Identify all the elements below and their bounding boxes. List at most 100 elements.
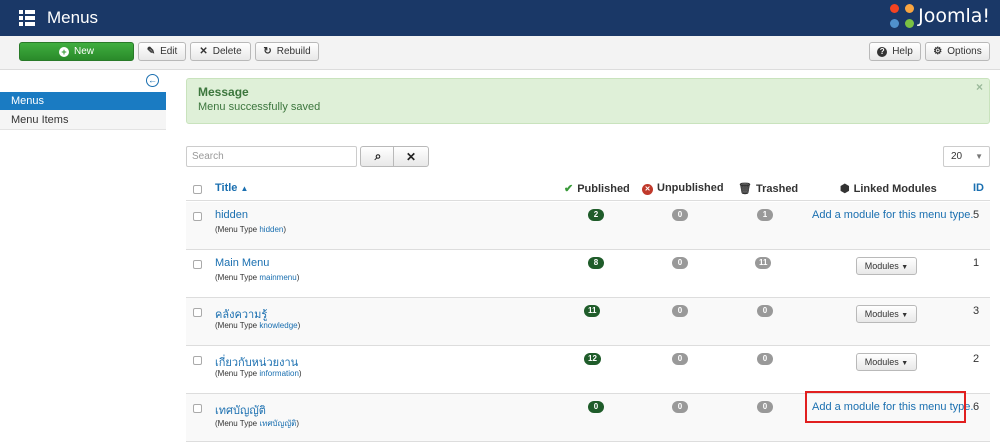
sidebar-item-menu-items[interactable]: Menu Items [0,110,166,130]
search-input[interactable] [186,146,357,167]
help-button[interactable]: ? Help [869,42,921,61]
modules-label: Modules [864,357,899,367]
modules-dropdown-button[interactable]: Modules ▼ [856,257,917,275]
column-published[interactable]: ✔ Published [564,182,630,195]
unpublished-badge[interactable]: 0 [672,401,688,413]
cube-icon: ⬢ [840,183,850,195]
gear-icon: ⚙ [933,46,943,57]
edit-button[interactable]: ✎ Edit [138,42,186,61]
table-row: hidden (Menu Type hidden) 2 0 1 Add a mo… [186,202,990,250]
row-checkbox[interactable] [193,356,202,365]
menu-type-link[interactable]: เทศบัญญัติ [259,419,296,428]
menu-type-suffix: ) [283,225,287,234]
published-badge[interactable]: 2 [588,209,604,221]
menu-type-link[interactable]: knowledge [259,321,297,330]
unpublished-badge[interactable]: 0 [672,305,688,317]
column-linked-label: Linked Modules [853,183,937,195]
clear-button[interactable]: ✕ [393,146,429,167]
edit-label: Edit [160,46,178,57]
column-title[interactable]: Title ▲ [215,182,248,194]
add-module-link[interactable]: Add a module for this menu type. [812,209,973,221]
published-badge[interactable]: 12 [584,353,601,365]
options-label: Options [947,46,982,57]
modules-dropdown-button[interactable]: Modules ▼ [856,353,917,371]
plus-icon: + [58,46,69,57]
trashed-badge[interactable]: 11 [755,257,772,269]
modules-label: Modules [864,309,899,319]
new-button[interactable]: + New [19,42,134,61]
id-cell: 3 [973,305,980,317]
row-checkbox[interactable] [193,308,202,317]
row-checkbox[interactable] [193,212,202,221]
rebuild-label: Rebuild [276,46,311,57]
published-badge[interactable]: 8 [588,257,604,269]
modules-label: Modules [864,261,899,271]
highlight-box [805,391,966,423]
joomla-logo[interactable]: Joomla! [890,4,990,28]
column-title-label: Title [215,182,238,194]
unpublished-badge[interactable]: 0 [672,353,688,365]
id-cell: 1 [973,257,980,269]
sidebar-item-menus[interactable]: Menus [0,92,166,110]
joomla-wordmark: Joomla! [918,5,990,27]
joomla-logo-icon [890,4,915,28]
trash-icon: 🗑 [738,183,752,195]
menu-type-suffix: ) [296,419,300,428]
toolbar: + New ✎ Edit ✕ Delete ↻ Rebuild ? Help ⚙… [0,36,1000,70]
list-limit-select[interactable]: 20 ▼ [943,146,990,167]
menu-type-link[interactable]: hidden [259,225,283,234]
trashed-badge[interactable]: 1 [757,209,773,221]
list-limit-value: 20 [951,151,963,162]
row-checkbox[interactable] [193,260,202,269]
refresh-icon: ↻ [263,46,272,57]
close-icon: ✕ [405,149,417,164]
new-label: New [73,46,94,57]
caret-down-icon: ▼ [901,264,909,271]
modules-dropdown-button[interactable]: Modules ▼ [856,305,917,323]
menu-type-suffix: ) [298,369,302,378]
menu-type-link[interactable]: information [259,369,299,378]
help-icon: ? [877,46,888,57]
check-all-checkbox[interactable] [193,185,202,194]
trashed-badge[interactable]: 0 [757,353,773,365]
column-linked-modules: ⬢ Linked Modules [840,182,937,195]
rebuild-button[interactable]: ↻ Rebuild [255,42,319,61]
published-badge[interactable]: 0 [588,401,604,413]
delete-button[interactable]: ✕ Delete [190,42,251,61]
column-id[interactable]: ID [973,182,984,194]
menu-type: (Menu Type knowledge) [215,321,300,330]
unpublished-badge[interactable]: 0 [672,209,688,221]
column-trashed-label: Trashed [755,183,799,195]
options-button[interactable]: ⚙ Options [925,42,990,61]
search-button[interactable]: ⌕ [360,146,396,167]
collapse-sidebar-icon[interactable]: ← [146,74,159,87]
id-cell: 2 [973,353,980,365]
sort-asc-icon: ▲ [240,184,249,193]
message-title: Message [198,85,249,99]
help-label: Help [892,46,913,57]
menu-type-prefix: (Menu Type [215,273,258,282]
app-header: Menus Joomla! [0,0,1000,36]
column-unpublished[interactable]: ✕ Unpublished [642,182,724,195]
menu-title-link[interactable]: hidden [215,209,248,221]
menu-type: (Menu Type hidden) [215,225,286,234]
menu-type-prefix: (Menu Type [215,225,258,234]
close-icon[interactable]: × [976,80,983,94]
id-cell: 5 [973,209,980,221]
menu-title-link[interactable]: Main Menu [215,257,269,269]
chevron-down-icon: ▼ [975,152,983,161]
row-checkbox[interactable] [193,404,202,413]
success-message: Message Menu successfully saved × [186,78,990,124]
caret-down-icon: ▼ [901,312,909,319]
column-trashed[interactable]: 🗑 Trashed [738,182,798,195]
menu-type-link[interactable]: mainmenu [259,273,296,282]
published-badge[interactable]: 11 [584,305,601,317]
page-title: Menus [47,8,99,27]
id-cell: 6 [973,401,980,413]
unpublished-badge[interactable]: 0 [672,257,688,269]
menu-type: (Menu Type mainmenu) [215,273,299,282]
trashed-badge[interactable]: 0 [757,401,773,413]
table-row: Main Menu (Menu Type mainmenu) 8 0 11 Mo… [186,250,990,298]
unpublished-icon: ✕ [642,184,653,195]
trashed-badge[interactable]: 0 [757,305,773,317]
